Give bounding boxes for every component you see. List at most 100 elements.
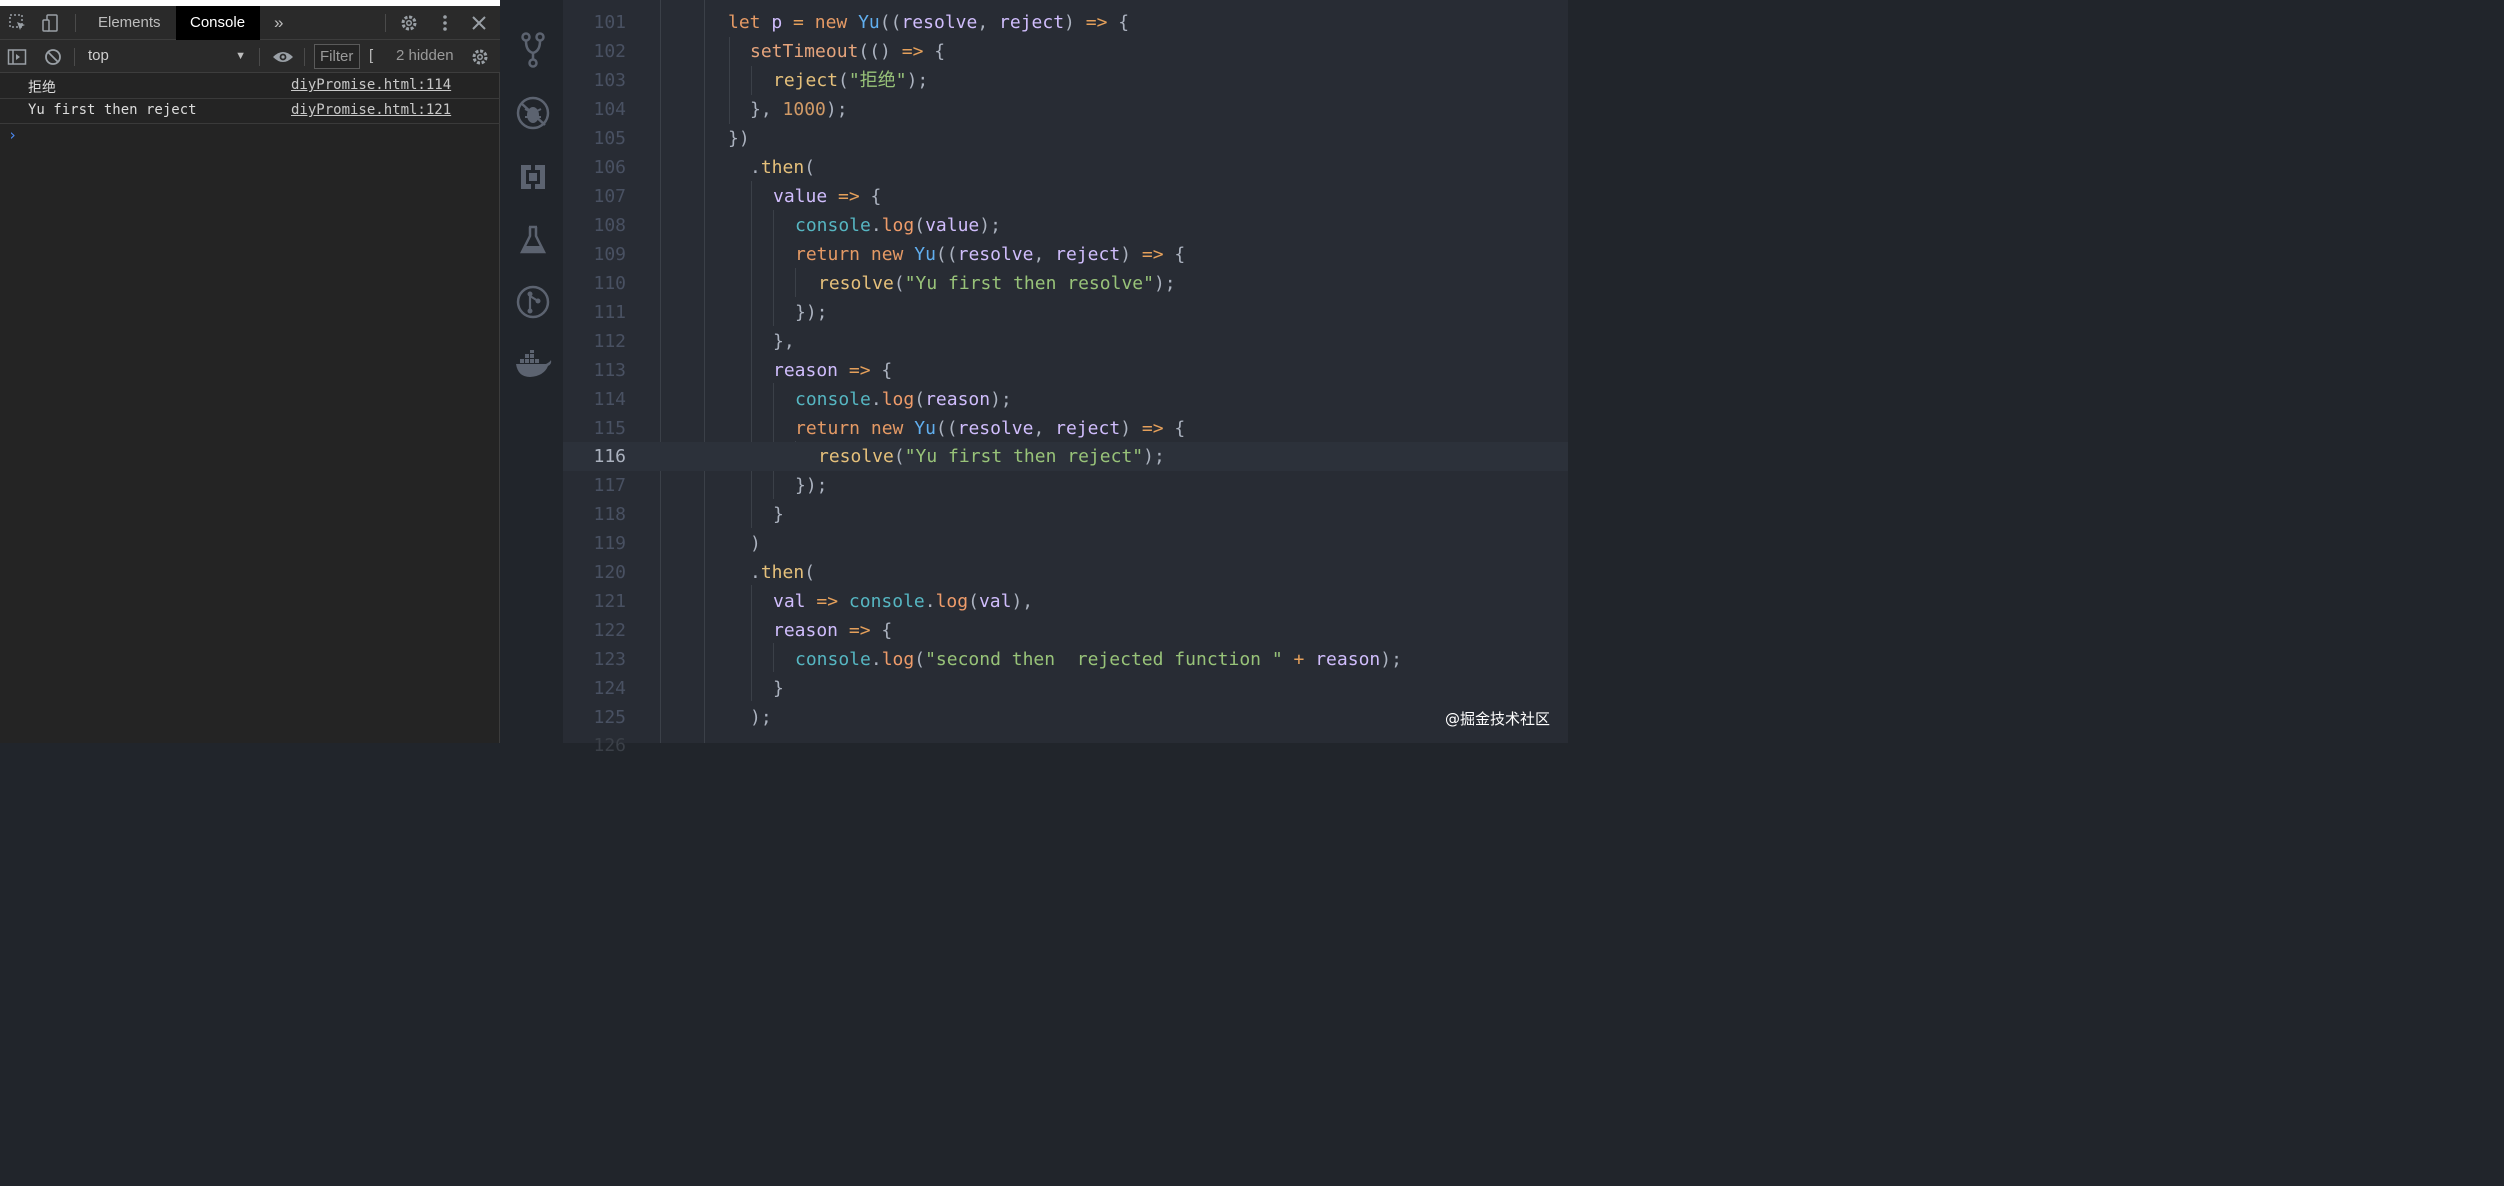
filter-input[interactable]: Filter	[314, 44, 360, 69]
code-line: 111 });	[563, 298, 1568, 327]
more-tabs-button[interactable]: »	[260, 6, 297, 40]
watermark-text: @掘金技术社区	[1444, 710, 1550, 728]
code-text: reject("拒绝");	[773, 70, 929, 91]
console-message: Yu first then reject diyPromise.html:121	[0, 99, 500, 124]
code-text: resolve("Yu first then reject");	[818, 446, 1165, 467]
console-message-text: Yu first then reject	[28, 102, 197, 118]
live-expression-eye-icon[interactable]	[268, 40, 298, 73]
line-number: 103	[593, 70, 626, 91]
code-line: 108 console.log(value);	[563, 211, 1568, 240]
code-text: val => console.log(val),	[773, 591, 1034, 612]
code-line: 112 },	[563, 327, 1568, 356]
code-text: console.log(value);	[795, 215, 1001, 236]
line-number: 109	[593, 244, 626, 265]
line-number: 117	[593, 475, 626, 496]
console-message-source-link[interactable]: diyPromise.html:114	[291, 77, 451, 93]
debug-no-bug-icon[interactable]	[513, 93, 553, 133]
activity-bar	[501, 0, 563, 743]
code-line: 106 .then(	[563, 153, 1568, 182]
code-line: 118 }	[563, 500, 1568, 529]
code-text: })	[728, 128, 750, 149]
code-text: console.log("second then rejected functi…	[795, 649, 1402, 670]
code-line: 114 console.log(reason);	[563, 385, 1568, 414]
devtools-tabbar: Elements Console »	[0, 6, 500, 40]
more-options-icon[interactable]	[430, 6, 460, 40]
code-line-partial: 100	[563, 0, 1568, 8]
console-message-source-link[interactable]: diyPromise.html:121	[291, 102, 451, 118]
code-line: 124 }	[563, 674, 1568, 703]
console-message: 拒绝 diyPromise.html:114	[0, 74, 500, 99]
code-line: 122 reason => {	[563, 616, 1568, 645]
code-line: 119 )	[563, 529, 1568, 558]
code-text: resolve("Yu first then resolve");	[818, 273, 1176, 294]
toolbar-separator	[74, 48, 75, 66]
line-number: 125	[593, 707, 626, 728]
code-line: 121 val => console.log(val),	[563, 587, 1568, 616]
code-text: reason => {	[773, 620, 893, 641]
code-text: .then(	[750, 157, 816, 178]
line-number: 124	[593, 678, 626, 699]
code-text: },	[773, 331, 795, 352]
line-number: 126	[593, 735, 626, 756]
line-number: 112	[593, 331, 626, 352]
line-number: 119	[593, 533, 626, 554]
line-number: 106	[593, 157, 626, 178]
code-line: 110 resolve("Yu first then resolve");	[563, 269, 1568, 298]
code-line: 123 console.log("second then rejected fu…	[563, 645, 1568, 674]
code-line: 113 reason => {	[563, 356, 1568, 385]
device-toolbar-icon[interactable]	[36, 6, 66, 40]
code-line: 107 value => {	[563, 182, 1568, 211]
code-text: setTimeout(() => {	[750, 41, 946, 62]
line-number: 123	[593, 649, 626, 670]
line-number: 100	[563, 0, 626, 8]
console-prompt-icon[interactable]: ›	[8, 126, 17, 144]
code-text: });	[795, 302, 828, 323]
clear-console-icon[interactable]	[38, 40, 68, 73]
code-line: 115 return new Yu((resolve, reject) => {	[563, 414, 1568, 443]
line-number: 104	[593, 99, 626, 120]
hidden-messages-count: 2 hidden	[396, 47, 454, 64]
close-icon[interactable]	[464, 6, 494, 40]
code-line-current: 116 resolve("Yu first then reject");	[563, 442, 1568, 471]
line-number: 122	[593, 620, 626, 641]
line-number: 120	[593, 562, 626, 583]
code-line: 102 setTimeout(() => {	[563, 37, 1568, 66]
code-text: value => {	[773, 186, 882, 207]
code-text: console.log(reason);	[795, 389, 1012, 410]
context-selector[interactable]: top ▼	[80, 40, 250, 73]
git-graph-icon[interactable]	[513, 282, 553, 322]
code-line: 117 });	[563, 471, 1568, 500]
tab-elements[interactable]: Elements	[84, 6, 175, 40]
line-number: 105	[593, 128, 626, 149]
line-number: 102	[593, 41, 626, 62]
inspect-element-icon[interactable]	[3, 6, 33, 40]
code-line: 125 );	[563, 703, 1568, 732]
toolbar-separator	[259, 48, 260, 66]
code-text: }	[773, 504, 784, 525]
code-text: )	[750, 533, 761, 554]
context-value: top	[88, 47, 109, 64]
line-number: 111	[593, 302, 626, 323]
console-settings-gear-icon[interactable]	[465, 40, 495, 73]
code-text: return new Yu((resolve, reject) => {	[795, 244, 1186, 265]
dropdown-arrow-icon: ▼	[235, 50, 246, 62]
remote-explorer-icon[interactable]	[513, 157, 553, 197]
default-levels-toggle[interactable]: [	[369, 40, 373, 73]
tab-console[interactable]: Console	[176, 6, 260, 40]
code-text: reason => {	[773, 360, 893, 381]
line-number: 115	[593, 418, 626, 439]
line-number: 110	[593, 273, 626, 294]
line-number: 113	[593, 360, 626, 381]
docker-icon[interactable]	[513, 345, 553, 385]
show-sidebar-icon[interactable]	[2, 40, 32, 73]
source-control-icon[interactable]	[513, 30, 553, 70]
test-flask-icon[interactable]	[513, 220, 553, 260]
code-line: 104 }, 1000);	[563, 95, 1568, 124]
code-text: });	[795, 475, 828, 496]
code-editor[interactable]: 100 101 let p = new Yu((resolve, reject)…	[563, 0, 1568, 756]
line-number: 121	[593, 591, 626, 612]
line-number: 108	[593, 215, 626, 236]
code-text: .then(	[750, 562, 816, 583]
settings-gear-icon[interactable]	[394, 6, 424, 40]
toolbar-separator	[304, 48, 305, 66]
